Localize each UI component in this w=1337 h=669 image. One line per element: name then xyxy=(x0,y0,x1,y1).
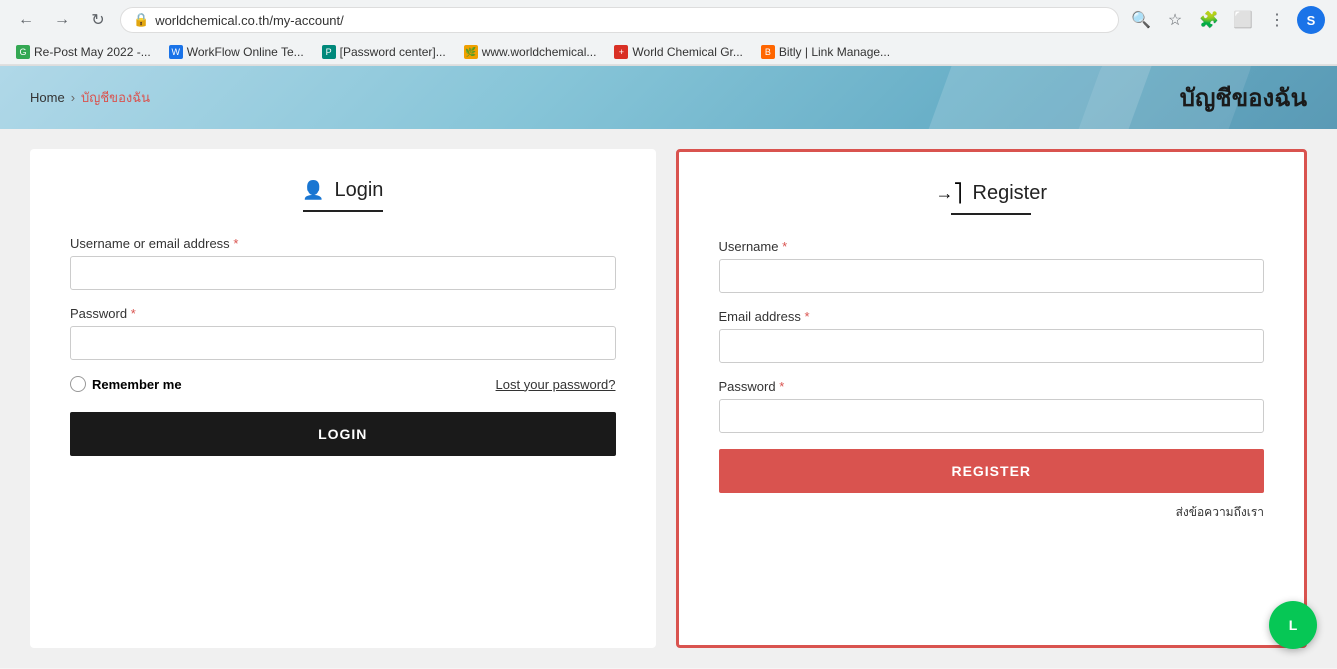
breadcrumb: Home › บัญชีของฉัน xyxy=(30,87,150,108)
breadcrumb-separator: › xyxy=(71,90,75,105)
line-fab-button[interactable]: L xyxy=(1269,601,1317,649)
register-title-row: →⎤ Register xyxy=(719,182,1265,205)
bookmark-bitly[interactable]: B Bitly | Link Manage... xyxy=(753,42,898,62)
username-group: Username or email address * xyxy=(70,236,616,290)
bookmark-label-worldchem: www.worldchemical... xyxy=(482,45,597,59)
send-message-text: ส่งข้อความถึงเรา xyxy=(719,503,1265,522)
login-button[interactable]: LOGIN xyxy=(70,412,616,456)
browser-titlebar: ← → ↻ 🔒 worldchemical.co.th/my-account/ … xyxy=(0,0,1337,40)
bookmark-label-workflow: WorkFlow Online Te... xyxy=(187,45,304,59)
bookmark-favicon-worldchemgroup: + xyxy=(614,45,628,59)
reg-username-label: Username * xyxy=(719,239,1265,254)
password-input[interactable] xyxy=(70,326,616,360)
reg-password-input[interactable] xyxy=(719,399,1265,433)
main-content: 👤 Login Username or email address * Pass… xyxy=(0,129,1337,668)
page-header: Home › บัญชีของฉัน บัญชีของฉัน xyxy=(0,66,1337,129)
url-text: worldchemical.co.th/my-account/ xyxy=(155,13,344,28)
bookmarks-bar: G Re-Post May 2022 -... W WorkFlow Onlin… xyxy=(0,40,1337,65)
address-bar[interactable]: 🔒 worldchemical.co.th/my-account/ xyxy=(120,7,1119,33)
username-label: Username or email address * xyxy=(70,236,616,251)
login-title: Login xyxy=(334,179,383,202)
bookmark-password[interactable]: P [Password center]... xyxy=(314,42,454,62)
register-title: Register xyxy=(973,182,1047,205)
reg-email-input[interactable] xyxy=(719,329,1265,363)
bookmark-favicon-repost: G xyxy=(16,45,30,59)
sidebar-icon[interactable]: ⬜ xyxy=(1229,6,1257,34)
reg-password-label: Password * xyxy=(719,379,1265,394)
bookmark-label-worldchemgroup: World Chemical Gr... xyxy=(632,45,742,59)
bookmark-repost[interactable]: G Re-Post May 2022 -... xyxy=(8,42,159,62)
register-icon: →⎤ xyxy=(936,183,963,204)
reg-email-required: * xyxy=(805,309,810,324)
bookmark-worldchem[interactable]: 🌿 www.worldchemical... xyxy=(456,42,605,62)
refresh-button[interactable]: ↻ xyxy=(84,6,112,34)
bookmark-worldchemgroup[interactable]: + World Chemical Gr... xyxy=(606,42,750,62)
password-label: Password * xyxy=(70,306,616,321)
password-group: Password * xyxy=(70,306,616,360)
username-required: * xyxy=(233,236,238,251)
back-button[interactable]: ← xyxy=(12,6,40,34)
bookmark-favicon-password: P xyxy=(322,45,336,59)
reg-username-group: Username * xyxy=(719,239,1265,293)
menu-icon[interactable]: ⋮ xyxy=(1263,6,1291,34)
reg-username-required: * xyxy=(782,239,787,254)
profile-avatar[interactable]: S xyxy=(1297,6,1325,34)
form-options: Remember me Lost your password? xyxy=(70,376,616,392)
remember-me-checkbox[interactable] xyxy=(70,376,86,392)
reg-username-input[interactable] xyxy=(719,259,1265,293)
extensions-icon[interactable]: 🧩 xyxy=(1195,6,1223,34)
password-required: * xyxy=(131,306,136,321)
login-panel: 👤 Login Username or email address * Pass… xyxy=(30,149,656,648)
bookmark-star-icon[interactable]: ☆ xyxy=(1161,6,1189,34)
reg-password-group: Password * xyxy=(719,379,1265,433)
line-icon: L xyxy=(1279,611,1307,639)
register-title-underline xyxy=(951,213,1031,215)
page-title: บัญชีของฉัน xyxy=(1180,78,1307,117)
reg-email-label: Email address * xyxy=(719,309,1265,324)
reg-email-group: Email address * xyxy=(719,309,1265,363)
browser-chrome: ← → ↻ 🔒 worldchemical.co.th/my-account/ … xyxy=(0,0,1337,66)
lock-icon: 🔒 xyxy=(133,12,149,28)
bookmark-favicon-workflow: W xyxy=(169,45,183,59)
search-icon[interactable]: 🔍 xyxy=(1127,6,1155,34)
username-input[interactable] xyxy=(70,256,616,290)
bookmark-label-bitly: Bitly | Link Manage... xyxy=(779,45,890,59)
svg-text:L: L xyxy=(1289,617,1298,633)
bookmark-favicon-bitly: B xyxy=(761,45,775,59)
bookmark-workflow[interactable]: W WorkFlow Online Te... xyxy=(161,42,312,62)
toolbar-icons: 🔍 ☆ 🧩 ⬜ ⋮ S xyxy=(1127,6,1325,34)
breadcrumb-home[interactable]: Home xyxy=(30,90,65,105)
lost-password-link[interactable]: Lost your password? xyxy=(496,377,616,392)
login-title-underline xyxy=(303,210,383,212)
user-icon: 👤 xyxy=(302,180,324,201)
login-title-row: 👤 Login xyxy=(70,179,616,202)
register-panel: →⎤ Register Username * Email address * P… xyxy=(676,149,1308,648)
remember-me-label: Remember me xyxy=(70,376,182,392)
breadcrumb-current: บัญชีของฉัน xyxy=(81,87,150,108)
register-button[interactable]: REGISTER xyxy=(719,449,1265,493)
bookmark-label-repost: Re-Post May 2022 -... xyxy=(34,45,151,59)
reg-password-required: * xyxy=(779,379,784,394)
bookmark-favicon-worldchem: 🌿 xyxy=(464,45,478,59)
forward-button[interactable]: → xyxy=(48,6,76,34)
bookmark-label-password: [Password center]... xyxy=(340,45,446,59)
